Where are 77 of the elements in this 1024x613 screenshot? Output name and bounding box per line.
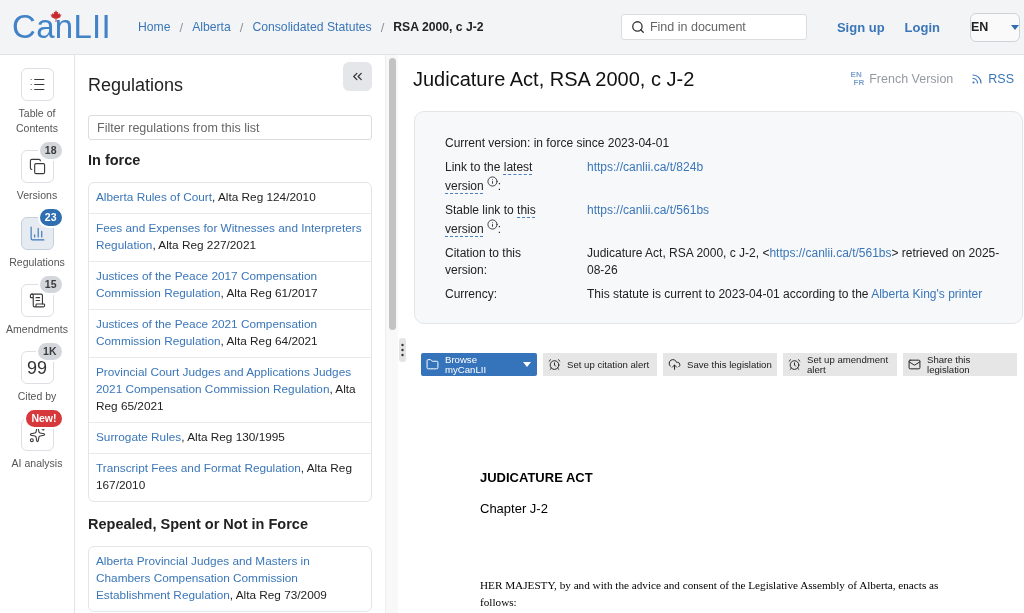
breadcrumb-separator: / (380, 19, 385, 35)
field-label: Currency: (445, 286, 498, 303)
sidebar-tab-label: Regulations (9, 255, 65, 270)
field-label: Citation to this version: (445, 245, 523, 279)
value-text: Judicature Act, RSA 2000, c J-2, <https://canlii.ca/t/561bs> retrieved on 2025-08-26 (587, 246, 1000, 277)
search-field[interactable]: Find in document (620, 14, 807, 40)
envelope-icon (908, 358, 921, 371)
current-version-text: Current version: in force since 2023-04-01 (445, 135, 671, 152)
scrollbar-thumb[interactable] (389, 58, 396, 330)
site-logo[interactable]: CanLII (12, 7, 112, 47)
count-badge: 23 (37, 207, 64, 228)
caret-icon (523, 362, 531, 367)
header-link[interactable]: Login (904, 19, 940, 35)
sidebar-tab-label: AI analysis (11, 456, 63, 471)
sidebar-tab-label: Table of Contents (15, 106, 59, 136)
breadcrumb-link[interactable]: Alberta (192, 20, 231, 34)
section-heading: Repealed, Spent or Not in Force (88, 516, 309, 532)
regulation-list-item[interactable]: Alberta Provincial Judges and Masters in Chambers Compensation Commission Establishment Regulation, Alta Reg 73/2009 (89, 547, 371, 611)
language-button[interactable]: EN (970, 12, 1020, 42)
alarm-clock-icon (548, 358, 561, 371)
breadcrumb-link[interactable]: Consolidated Statutes (252, 20, 372, 34)
cloud-upload-icon (668, 358, 681, 371)
sidebar-tab-label: Amendments (6, 322, 68, 337)
regulation-list-item[interactable]: Fees and Expenses for Witnesses and Interpreters Regulation, Alta Reg 227/2021 (89, 214, 371, 262)
regulation-list-item[interactable]: Justices of the Peace 2017 Compensation Commission Regulation, Alta Reg 61/2017 (89, 262, 371, 310)
regulation-list-item[interactable]: Surrogate Rules, Alta Reg 130/1995 (89, 423, 371, 454)
panel-title: Regulations (88, 74, 184, 95)
preamble-text: HER MAJESTY, by and with the advice and consent of the Legislative Assembly of Alberta, enacts as follows: (480, 578, 940, 610)
field-label: Link to the latest version : (445, 159, 534, 195)
sidebar-tab-label: Versions (16, 188, 58, 203)
search-icon (630, 20, 645, 34)
regulation-list-item[interactable]: Justices of the Peace 2021 Compensation Commission Regulation, Alta Reg 64/2021 (89, 310, 371, 358)
collapse-button[interactable] (343, 62, 372, 91)
new-badge: New! (24, 408, 64, 429)
inline-link[interactable]: Alberta King's printer (871, 287, 983, 301)
scroll-icon (28, 292, 46, 309)
section-heading: In force (88, 152, 142, 168)
inline-link[interactable]: https://canlii.ca/t/561bs (769, 246, 892, 260)
info-icon[interactable] (486, 176, 498, 187)
toolbar-button[interactable]: Set up citation alert (543, 353, 657, 376)
regulation-list-item[interactable]: Transcript Fees and Format Regulation, Alta Reg 167/2010 (89, 454, 371, 501)
toolbar-button[interactable]: Share this legislation (903, 353, 1017, 376)
caret-icon (1011, 24, 1019, 30)
count-badge: 1K (36, 341, 64, 362)
sidebar-tab-label: Cited by (17, 389, 57, 404)
regulation-list-item[interactable]: Provincial Court Judges and Applications Judges 2021 Compensation Commission Regulation, Alta Reg 65/2021 (89, 358, 371, 423)
count-badge: 18 (37, 140, 64, 161)
folder-icon (426, 358, 439, 371)
alarm-clock-icon (788, 358, 801, 371)
sidebar-tab-button[interactable] (20, 68, 54, 101)
rss-icon (971, 73, 984, 85)
info-icon[interactable] (486, 219, 498, 230)
act-heading: JUDICATURE ACT (480, 469, 594, 486)
chapter-text: Chapter J-2 (480, 500, 549, 517)
header-link[interactable]: Sign up (836, 19, 885, 35)
language-icon: EN FR (850, 71, 865, 87)
breadcrumb-link[interactable]: Home (138, 20, 171, 34)
breadcrumb-separator: / (179, 19, 184, 35)
copy-icon (28, 158, 46, 175)
page-title: Judicature Act, RSA 2000, c J-2 (413, 67, 695, 92)
sparkles-icon (28, 426, 46, 443)
toolbar-button[interactable]: Save this legislation (663, 353, 777, 376)
count-badge: 15 (37, 274, 64, 295)
drag-handle-icon[interactable] (398, 338, 406, 362)
rss-link[interactable]: RSS (971, 72, 1014, 86)
list-icon (28, 76, 46, 93)
browse-dropdown-button[interactable]: Browse myCanLII (421, 353, 537, 376)
breadcrumb-current[interactable]: RSA 2000, c J-2 (393, 20, 484, 34)
bar-chart-icon (28, 225, 46, 242)
breadcrumb-separator: / (239, 19, 244, 35)
url-link[interactable]: https://canlii.ca/t/824b (587, 160, 704, 174)
filter-field[interactable]: Filter regulations from this list (88, 115, 372, 140)
toolbar-button[interactable]: Set up amendment alert (783, 353, 897, 376)
url-link[interactable]: https://canlii.ca/t/561bs (587, 203, 710, 217)
regulation-list-item[interactable]: Alberta Rules of Court, Alta Reg 124/2010 (89, 183, 371, 214)
field-label: Stable link to this version : (445, 202, 537, 238)
value-text: This statute is current to 2023-04-01 according to the Alberta King's printer (587, 287, 983, 301)
